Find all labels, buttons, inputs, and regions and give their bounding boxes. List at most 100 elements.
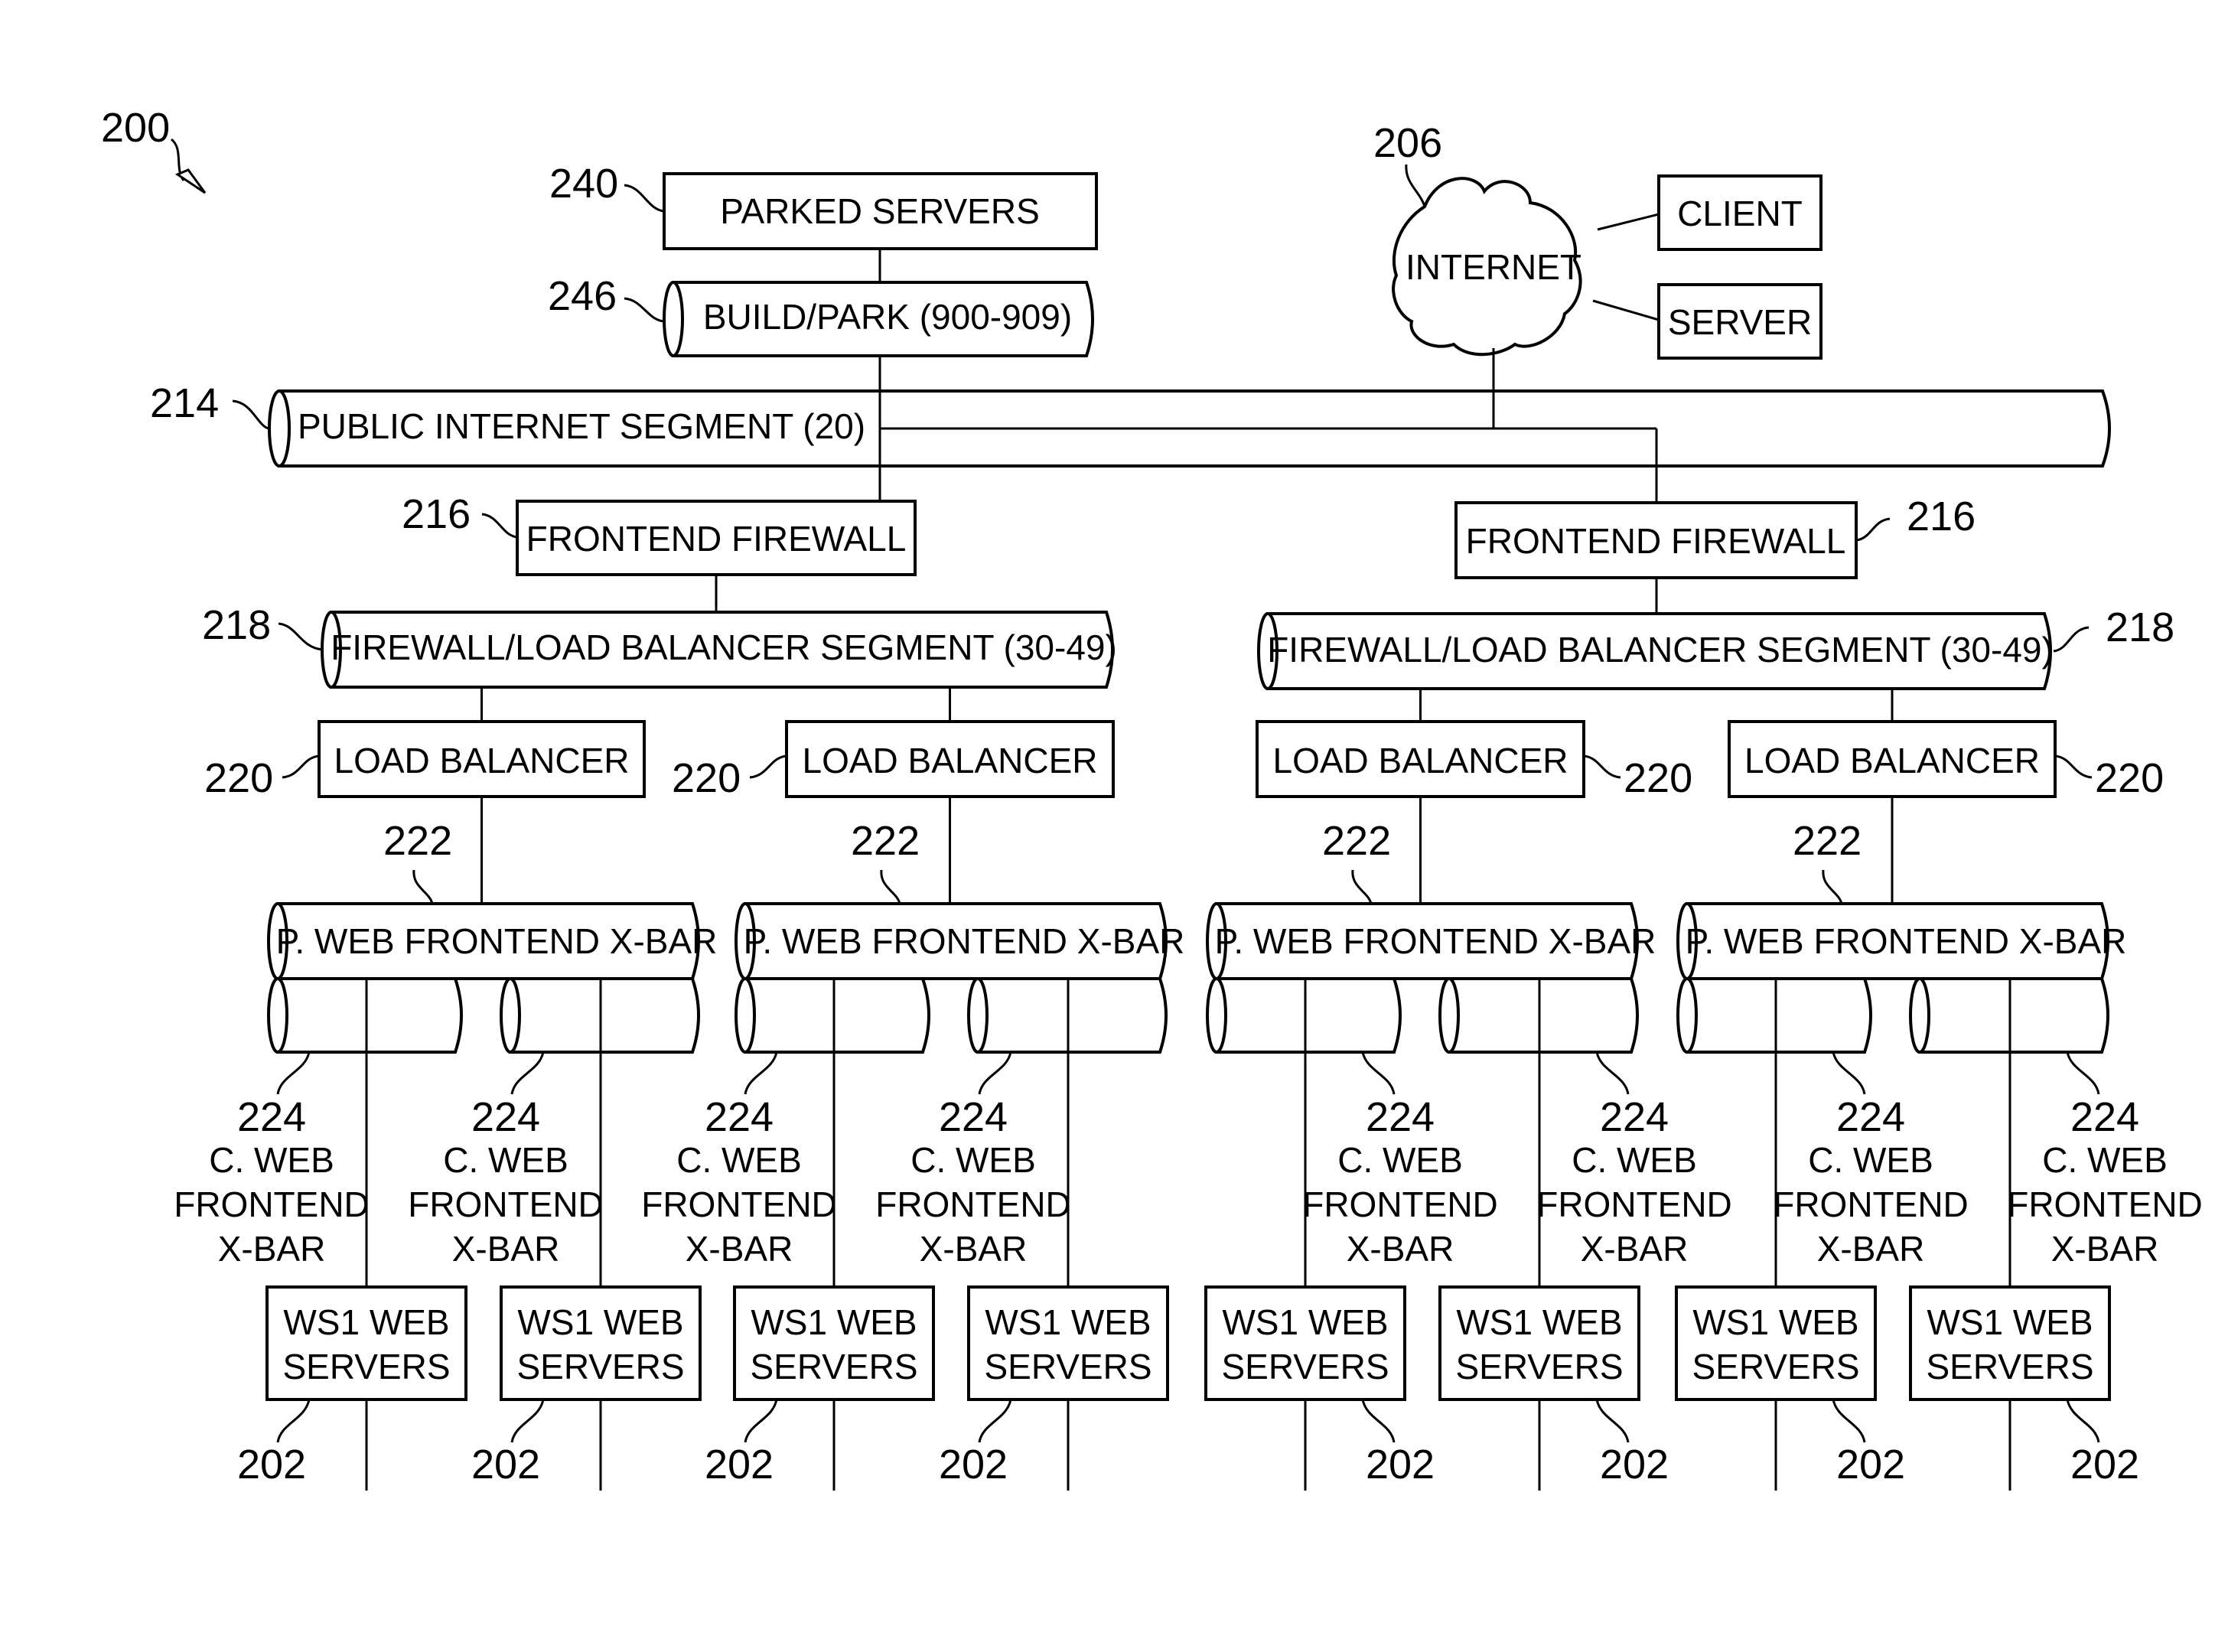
load-balancer-label: LOAD BALANCER: [1744, 741, 2040, 780]
ws1-ref: 202: [1836, 1442, 1905, 1487]
ws1-web-servers-label: WS1 WEB: [1927, 1302, 2093, 1342]
load-balancer-label: LOAD BALANCER: [1272, 741, 1568, 780]
c-web-xbar-label: FRONTEND: [174, 1184, 370, 1224]
parked-servers-ref: 240: [549, 161, 618, 207]
firewall-ref-right: 216: [1907, 494, 1976, 539]
p-web-xbar-leader: [880, 869, 901, 904]
fwlb-segment-ref-left: 218: [202, 602, 271, 648]
c-web-xbar-label: X-BAR: [452, 1229, 560, 1269]
ws1-ref: 202: [705, 1442, 774, 1487]
ws1-ref-leader: [510, 1399, 545, 1443]
p-web-xbar-ref: 222: [1793, 818, 1862, 864]
ws1-ref: 202: [939, 1442, 1008, 1487]
c-web-xbar-leader: [1595, 1051, 1630, 1095]
ws1-web-servers-label: SERVERS: [1692, 1347, 1859, 1386]
c-web-xbar-cylinder-end: [735, 977, 756, 1054]
c-web-xbar-cylinder-end: [500, 977, 521, 1054]
internet-client-link: [1597, 213, 1660, 231]
ws1-web-servers-label: WS1 WEB: [985, 1302, 1151, 1342]
fwlb-segment-leader-left: [278, 622, 323, 651]
c-web-xbar-leader: [978, 1051, 1012, 1095]
internet-label: INTERNET: [1406, 247, 1581, 287]
public-segment-leader: [232, 399, 269, 430]
c-web-xbar-leader: [1361, 1051, 1396, 1095]
ws1-ref: 202: [1366, 1442, 1435, 1487]
load-balancer-ref: 220: [1624, 755, 1692, 801]
load-balancer-label: LOAD BALANCER: [802, 741, 1097, 780]
c-web-xbar-cylinder: [744, 977, 930, 1054]
c-web-xbar-label: C. WEB: [443, 1140, 568, 1180]
c-web-xbar-cylinder: [1686, 977, 1872, 1054]
internet-ref: 206: [1373, 120, 1442, 166]
c-web-xbar-cylinder-end: [967, 977, 989, 1054]
load-balancer-leader: [282, 754, 320, 779]
c-web-xbar-ref: 224: [471, 1094, 540, 1140]
c-web-xbar-leader: [2066, 1051, 2100, 1095]
c-web-xbar-cylinder: [276, 977, 463, 1054]
c-web-xbar-cylinder: [1448, 977, 1639, 1054]
build-park-label: BUILD/PARK (900-909): [703, 297, 1072, 337]
c-web-xbar-cylinder: [509, 977, 700, 1054]
firewall-leader-left: [481, 513, 518, 539]
ws1-web-servers-label: SERVERS: [1455, 1347, 1623, 1386]
c-web-xbar-label: FRONTEND: [2007, 1184, 2203, 1224]
build-park-leader: [624, 297, 665, 323]
internet-leader: [1405, 164, 1426, 207]
ws1-web-servers-label: WS1 WEB: [1692, 1302, 1858, 1342]
p-web-xbar-label: P. WEB FRONTEND X-BAR: [744, 921, 1185, 961]
load-balancer-ref: 220: [204, 755, 273, 801]
c-web-xbar-ref: 224: [939, 1094, 1008, 1140]
server-label: SERVER: [1668, 302, 1812, 342]
fwlb-segment-label-left: FIREWALL/LOAD BALANCER SEGMENT (30-49): [331, 627, 1117, 667]
figure-ref-200: 200: [101, 105, 170, 151]
c-web-xbar-cylinder: [1215, 977, 1402, 1054]
p-web-xbar-label: P. WEB FRONTEND X-BAR: [276, 921, 718, 961]
client-label: CLIENT: [1677, 194, 1803, 233]
load-balancer-leader: [2054, 754, 2093, 779]
c-web-xbar-ref: 224: [1366, 1094, 1435, 1140]
firewall-leader-right: [1855, 517, 1891, 542]
ws1-ref-leader: [1832, 1399, 1866, 1443]
ws1-ref-leader: [1361, 1399, 1396, 1443]
figure-arrow-icon: [174, 168, 207, 194]
p-web-xbar-leader: [1822, 869, 1843, 904]
c-web-xbar-label: X-BAR: [1817, 1229, 1925, 1269]
ws1-web-servers-label: SERVERS: [1221, 1347, 1389, 1386]
ws1-ref-leader: [978, 1399, 1012, 1443]
network-architecture-diagram: 200 240 PARKED SERVERS 246 BUILD/PARK (9…: [101, 105, 2203, 1491]
public-segment-ref: 214: [150, 380, 219, 426]
c-web-xbar-leader: [1832, 1051, 1866, 1095]
p-web-xbar-ref: 222: [1322, 818, 1391, 864]
c-web-xbar-label: C. WEB: [209, 1140, 334, 1180]
p-web-xbar-leader: [412, 869, 434, 904]
load-balancer-leader: [749, 754, 787, 779]
c-web-xbar-label: X-BAR: [920, 1229, 1028, 1269]
c-web-xbar-cylinder: [1918, 977, 2109, 1054]
public-segment-label: PUBLIC INTERNET SEGMENT (20): [298, 406, 865, 446]
c-web-xbar-label: C. WEB: [1337, 1140, 1463, 1180]
c-web-xbar-label: FRONTEND: [408, 1184, 604, 1224]
ws1-ref-leader: [744, 1399, 778, 1443]
c-web-xbar-label: X-BAR: [1347, 1229, 1454, 1269]
ws1-ref: 202: [2070, 1442, 2139, 1487]
c-web-xbar-cylinder-end: [1206, 977, 1227, 1054]
internet-server-link: [1592, 299, 1660, 321]
c-web-xbar-cylinder-end: [1909, 977, 1930, 1054]
parked-servers-leader: [624, 184, 665, 213]
build-park-ref: 246: [548, 273, 617, 319]
c-web-xbar-label: FRONTEND: [1773, 1184, 1969, 1224]
load-balancer-leader: [1583, 754, 1621, 779]
frontend-firewall-right-label: FRONTEND FIREWALL: [1466, 521, 1846, 561]
load-balancer-ref: 220: [2095, 755, 2164, 801]
c-web-xbar-label: X-BAR: [686, 1229, 793, 1269]
c-web-xbar-cylinder-end: [267, 977, 288, 1054]
c-web-xbar-label: C. WEB: [1572, 1140, 1697, 1180]
c-web-xbar-label: FRONTEND: [641, 1184, 837, 1224]
c-web-xbar-ref: 224: [237, 1094, 306, 1140]
p-web-xbar-ref: 222: [383, 818, 452, 864]
c-web-xbar-label: X-BAR: [218, 1229, 326, 1269]
ws1-ref: 202: [1600, 1442, 1669, 1487]
c-web-xbar-leader: [510, 1051, 545, 1095]
c-web-xbar-cylinder: [976, 977, 1168, 1054]
ws1-web-servers-label: SERVERS: [282, 1347, 450, 1386]
